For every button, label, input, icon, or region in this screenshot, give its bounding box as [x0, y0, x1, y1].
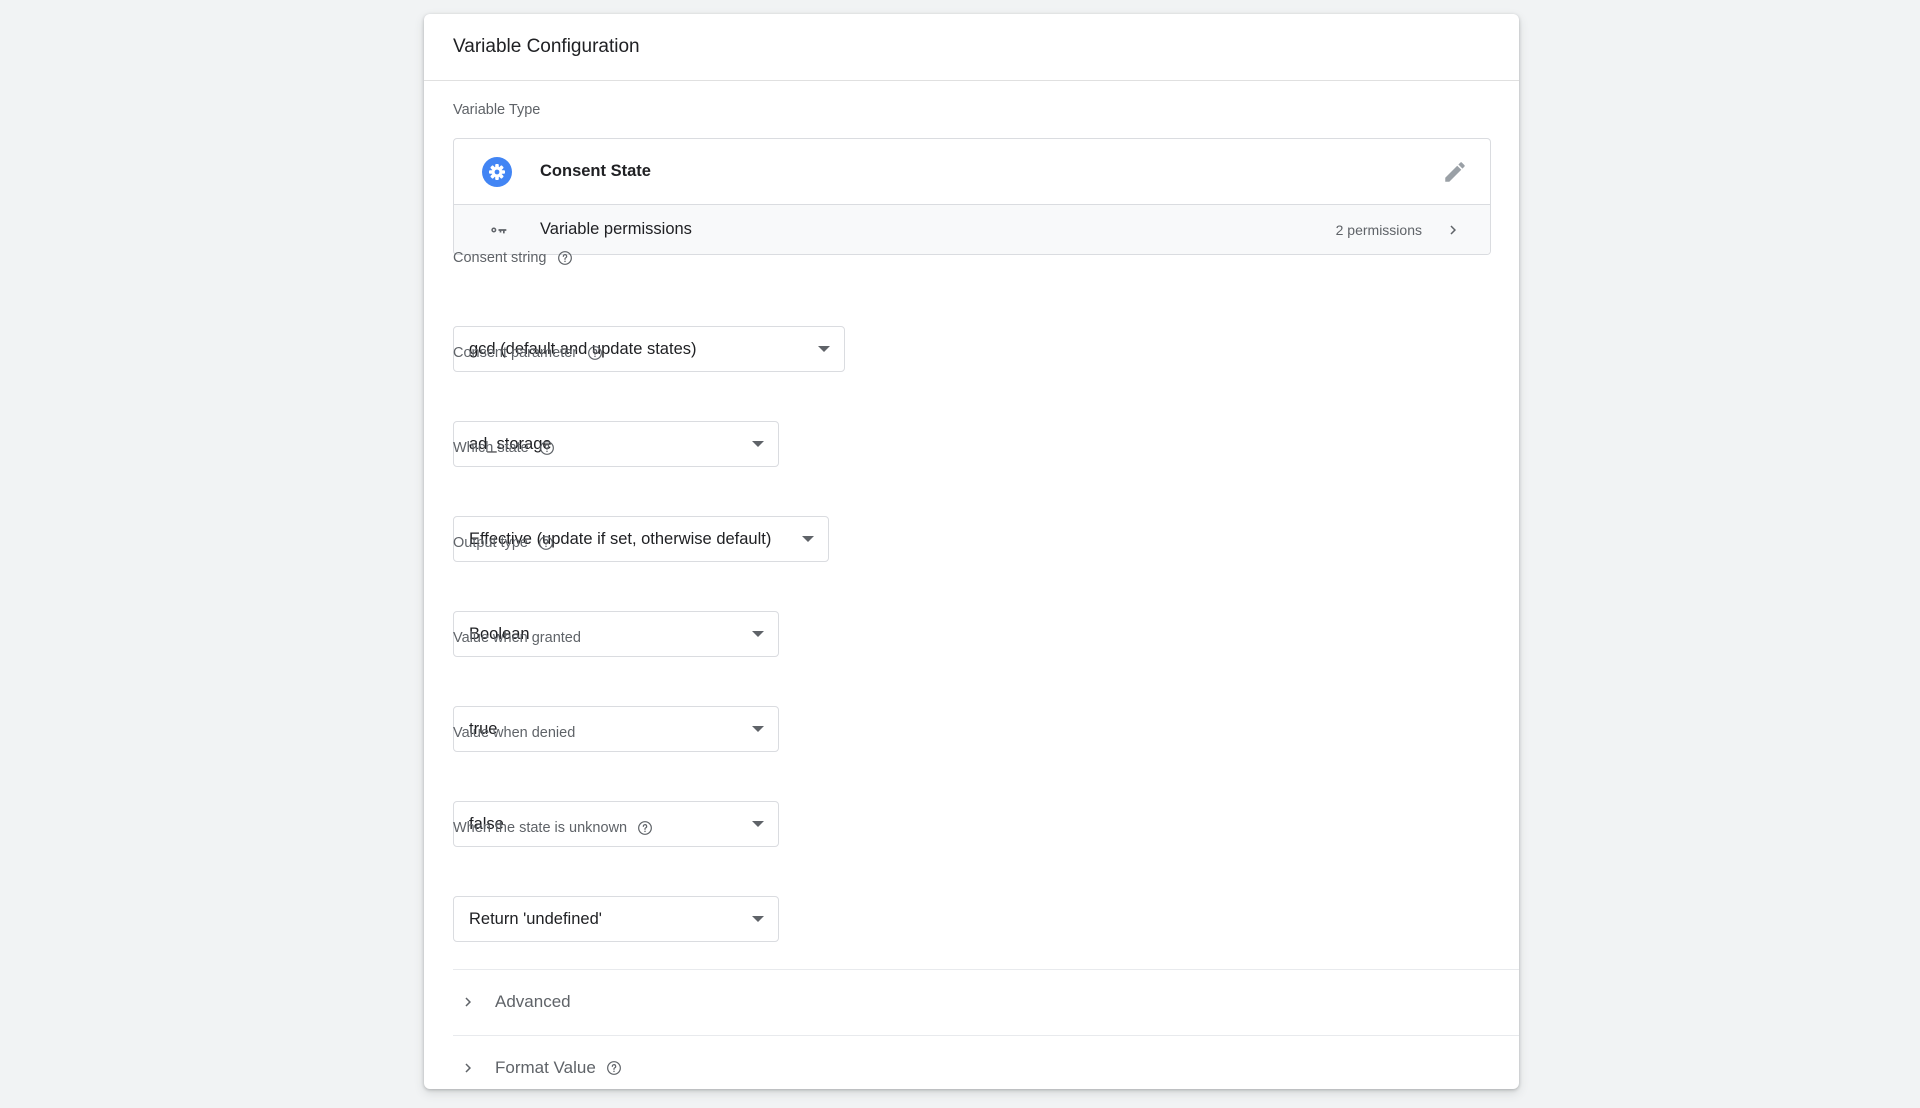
pencil-icon[interactable] [1442, 159, 1468, 185]
advanced-section-toggle[interactable]: Advanced [453, 970, 1519, 1034]
state-unknown-label: When the state is unknown [453, 820, 628, 836]
format-value-label-text: Format Value [495, 1058, 596, 1077]
variable-type-box: Consent State Variable permissions 2 per… [453, 138, 1491, 255]
help-circle-icon[interactable] [538, 535, 554, 551]
caret-down-icon [752, 631, 764, 637]
state-unknown-value: Return 'undefined' [469, 909, 602, 928]
gear-icon [482, 156, 512, 187]
card-title: Variable Configuration [424, 14, 1519, 81]
caret-down-icon [818, 346, 830, 352]
key-icon [491, 227, 507, 233]
state-unknown-select[interactable]: Return 'undefined' [453, 896, 779, 942]
advanced-label-text: Advanced [495, 992, 571, 1011]
value-denied-label-row: Value when denied [453, 725, 575, 741]
which-state-label-row: Which state [453, 440, 555, 456]
variable-permissions-label: Variable permissions [540, 220, 692, 238]
state-unknown-label-row: When the state is unknown [453, 820, 653, 836]
variable-type-label: Variable Type [453, 102, 541, 118]
output-type-label-row: Output type [453, 535, 554, 551]
format-value-section-label: Format Value [495, 1058, 622, 1078]
which-state-label: Which state [453, 440, 529, 456]
caret-down-icon [752, 916, 764, 922]
consent-parameter-label-row: Consent parameter [453, 345, 603, 361]
permissions-count: 2 permissions [1335, 221, 1422, 238]
help-circle-icon[interactable] [539, 440, 555, 456]
consent-string-label: Consent string [453, 250, 547, 266]
caret-down-icon [802, 536, 814, 542]
caret-down-icon [752, 821, 764, 827]
chevron-right-icon [1450, 225, 1456, 234]
caret-down-icon [752, 441, 764, 447]
variable-type-row[interactable]: Consent State [454, 139, 1490, 205]
variable-configuration-card: Variable Configuration Variable Type Con… [424, 14, 1519, 1089]
variable-type-name: Consent State [540, 162, 651, 180]
value-granted-label: Value when granted [453, 630, 581, 646]
format-value-section-toggle[interactable]: Format Value [453, 1036, 1519, 1089]
help-circle-icon[interactable] [637, 820, 653, 836]
help-circle-icon[interactable] [587, 345, 603, 361]
help-circle-icon[interactable] [606, 1060, 622, 1076]
consent-parameter-label: Consent parameter [453, 345, 578, 361]
variable-permissions-row[interactable]: Variable permissions 2 permissions [454, 205, 1490, 254]
help-circle-icon[interactable] [557, 250, 573, 266]
caret-down-icon [752, 726, 764, 732]
chevron-right-icon [465, 1063, 471, 1073]
chevron-right-icon [465, 997, 471, 1007]
advanced-section-label: Advanced [495, 992, 571, 1012]
value-granted-label-row: Value when granted [453, 630, 581, 646]
consent-string-label-row: Consent string [453, 250, 573, 266]
output-type-label: Output type [453, 535, 528, 551]
value-denied-label: Value when denied [453, 725, 576, 741]
